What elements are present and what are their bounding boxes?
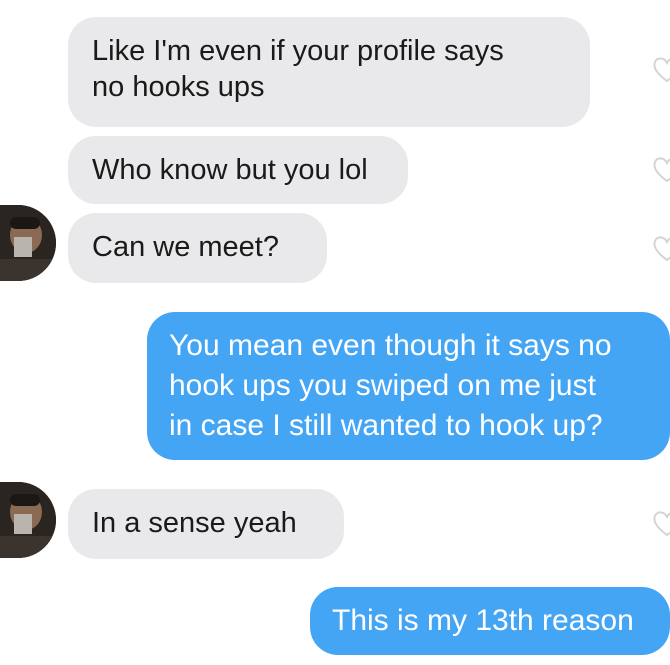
heart-outline-icon[interactable] (652, 509, 670, 537)
heart-outline-icon[interactable] (652, 155, 670, 183)
avatar-photo (0, 482, 56, 558)
message-bubble-received[interactable]: Who know but you lol (68, 136, 408, 204)
message-bubble-received[interactable]: Like I'm even if your profile says no ho… (68, 17, 590, 127)
message-bubble-received[interactable]: In a sense yeah (68, 489, 344, 559)
message-bubble-sent[interactable]: This is my 13th reason (310, 587, 670, 655)
avatar-photo (0, 205, 56, 281)
message-bubble-sent[interactable]: You mean even though it says no hook ups… (147, 312, 670, 460)
message-bubble-received[interactable]: Can we meet? (68, 213, 327, 283)
heart-outline-icon[interactable] (652, 234, 670, 262)
sender-avatar[interactable] (0, 205, 56, 281)
heart-outline-icon[interactable] (652, 55, 670, 83)
sender-avatar[interactable] (0, 482, 56, 558)
